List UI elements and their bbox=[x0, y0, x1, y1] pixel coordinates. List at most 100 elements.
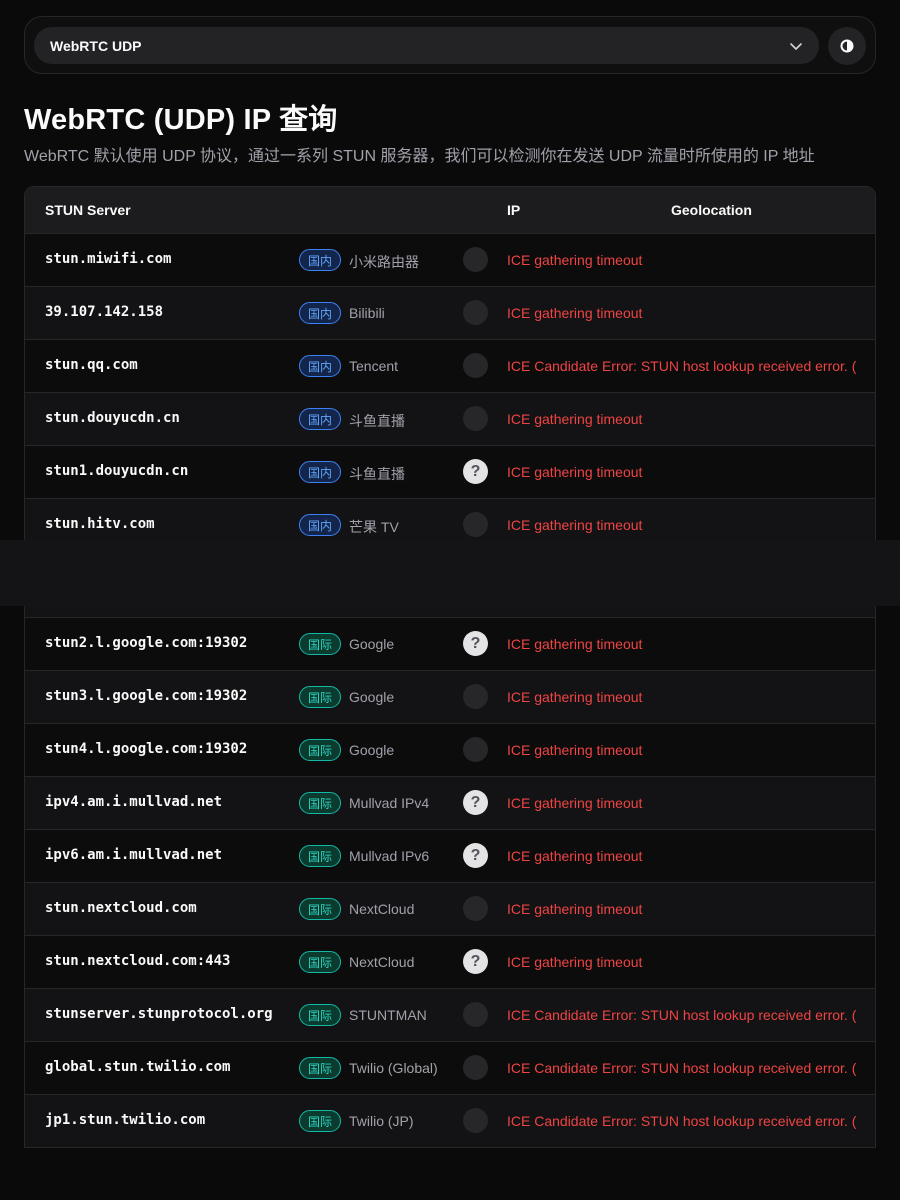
region-badge: 国内 bbox=[299, 514, 341, 536]
question-icon: ? bbox=[463, 790, 488, 815]
provider-name: NextCloud bbox=[349, 954, 415, 970]
stun-server-address: stun.qq.com bbox=[45, 357, 138, 373]
test-type-select[interactable]: WebRTC UDP bbox=[34, 27, 819, 64]
column-header-ip: IP bbox=[507, 202, 521, 218]
status-dot-icon bbox=[463, 1055, 488, 1080]
theme-toggle-button[interactable] bbox=[828, 27, 866, 65]
chevron-down-icon bbox=[790, 42, 802, 50]
stun-results-table: STUN Server IP Geolocation stun.miwifi.c… bbox=[24, 186, 876, 1148]
ip-result: ICE Candidate Error: STUN host lookup re… bbox=[507, 1060, 857, 1076]
provider-name: 芒果 TV bbox=[349, 519, 399, 535]
ip-result: ICE gathering timeout bbox=[507, 252, 643, 268]
provider-name: Bilibili bbox=[349, 305, 385, 321]
provider-name: Twilio (JP) bbox=[349, 1113, 414, 1129]
provider-name: NextCloud bbox=[349, 901, 415, 917]
ip-result: ICE gathering timeout bbox=[507, 464, 643, 480]
region-badge: 国内 bbox=[299, 302, 341, 324]
table-row: stun1.douyucdn.cn 国内 斗鱼直播? ICE gathering ti… bbox=[25, 445, 875, 498]
top-bar: WebRTC UDP bbox=[24, 16, 876, 74]
region-badge: 国际 bbox=[299, 1057, 341, 1079]
ip-result: ICE Candidate Error: STUN host lookup re… bbox=[507, 1007, 857, 1023]
region-badge: 国际 bbox=[299, 739, 341, 761]
stun-server-address: stun.hitv.com bbox=[45, 516, 155, 532]
status-dot-icon bbox=[463, 300, 488, 325]
page-title: WebRTC (UDP) IP 查询 bbox=[24, 104, 338, 136]
table-row: stun.qq.com 国内 Tencent ICE Candidate Error:… bbox=[25, 339, 875, 392]
status-dot-icon bbox=[463, 353, 488, 378]
provider-name: Twilio (Global) bbox=[349, 1060, 438, 1076]
region-badge: 国内 bbox=[299, 355, 341, 377]
table-row: stunserver.stunprotocol.org 国际 STUNTMAN ICE… bbox=[25, 988, 875, 1041]
status-dot-icon bbox=[463, 684, 488, 709]
table-row: stun4.l.google.com:19302 国际 Google ICE gath… bbox=[25, 723, 875, 776]
region-badge: 国际 bbox=[299, 951, 341, 973]
status-dot-icon bbox=[463, 512, 488, 537]
ip-result: ICE gathering timeout bbox=[507, 411, 643, 427]
ip-result: ICE Candidate Error: STUN host lookup re… bbox=[507, 1113, 857, 1129]
stun-server-address: global.stun.twilio.com bbox=[45, 1059, 231, 1075]
status-dot-icon bbox=[463, 896, 488, 921]
region-badge: 国际 bbox=[299, 792, 341, 814]
page-subtitle: WebRTC 默认使用 UDP 协议，通过一系列 STUN 服务器，我们可以检测… bbox=[24, 148, 815, 165]
table-row: stun3.l.google.com:19302 国际 Google ICE gath… bbox=[25, 670, 875, 723]
ip-result: ICE gathering timeout bbox=[507, 795, 643, 811]
stun-server-address: stun1.douyucdn.cn bbox=[45, 463, 189, 479]
ip-result: ICE gathering timeout bbox=[507, 742, 643, 758]
ip-result: ICE gathering timeout bbox=[507, 901, 643, 917]
table-row: stun.douyucdn.cn 国内 斗鱼直播 ICE gathering time… bbox=[25, 392, 875, 445]
table-row: stun.nextcloud.com:443 国际 NextCloud? ICE ga… bbox=[25, 935, 875, 988]
table-header: STUN Server IP Geolocation bbox=[25, 187, 875, 233]
stun-server-address: 39.107.142.158 bbox=[45, 304, 164, 320]
table-body-bottom: stun1.l.google.com:19302国际GoogleICE gath… bbox=[25, 564, 875, 1147]
ip-result: ICE gathering timeout bbox=[507, 517, 643, 533]
column-header-geolocation: Geolocation bbox=[671, 202, 752, 218]
stun-server-address: jp1.stun.twilio.com bbox=[45, 1112, 206, 1128]
stun-server-address: ipv4.am.i.mullvad.net bbox=[45, 794, 223, 810]
stun-server-address: stunserver.stunprotocol.org bbox=[45, 1006, 273, 1022]
ip-result: ICE gathering timeout bbox=[507, 954, 643, 970]
contrast-icon bbox=[840, 39, 854, 53]
status-dot-icon bbox=[463, 247, 488, 272]
region-badge: 国内 bbox=[299, 461, 341, 483]
question-icon: ? bbox=[463, 843, 488, 868]
provider-name: STUNTMAN bbox=[349, 1007, 427, 1023]
status-dot-icon bbox=[463, 406, 488, 431]
stun-server-address: stun2.l.google.com:19302 bbox=[45, 635, 248, 651]
provider-name: 斗鱼直播 bbox=[349, 466, 405, 482]
table-body-top: stun.miwifi.com 国内 小米路由器 ICE gathering time… bbox=[25, 233, 875, 551]
ip-result: ICE gathering timeout bbox=[507, 305, 643, 321]
provider-name: Google bbox=[349, 689, 395, 705]
ip-result: ICE gathering timeout bbox=[507, 689, 643, 705]
column-header-stun-server: STUN Server bbox=[45, 202, 131, 218]
question-icon: ? bbox=[463, 949, 488, 974]
region-badge: 国际 bbox=[299, 845, 341, 867]
provider-name: Mullvad IPv6 bbox=[349, 848, 430, 864]
region-badge: 国际 bbox=[299, 633, 341, 655]
table-row: ipv6.am.i.mullvad.net 国际 Mullvad IPv6? ICE … bbox=[25, 829, 875, 882]
region-badge: 国内 bbox=[299, 249, 341, 271]
ip-result: ICE Candidate Error: STUN host lookup re… bbox=[507, 358, 857, 374]
stun-server-address: stun3.l.google.com:19302 bbox=[45, 688, 248, 704]
stun-server-address: stun4.l.google.com:19302 bbox=[45, 741, 248, 757]
ip-result: ICE gathering timeout bbox=[507, 848, 643, 864]
stun-server-address: stun.nextcloud.com bbox=[45, 900, 197, 916]
stun-server-address: stun.douyucdn.cn bbox=[45, 410, 180, 426]
provider-name: Tencent bbox=[349, 358, 399, 374]
table-row: stun.miwifi.com 国内 小米路由器 ICE gathering time… bbox=[25, 233, 875, 286]
provider-name: Google bbox=[349, 742, 395, 758]
region-badge: 国际 bbox=[299, 686, 341, 708]
region-badge: 国际 bbox=[299, 1004, 341, 1026]
region-badge: 国际 bbox=[299, 1110, 341, 1132]
table-row: stun2.l.google.com:19302 国际 Google? ICE gat… bbox=[25, 617, 875, 670]
table-row: jp1.stun.twilio.com 国际 Twilio (JP) ICE Cand… bbox=[25, 1094, 875, 1147]
stun-server-address: ipv6.am.i.mullvad.net bbox=[45, 847, 223, 863]
status-dot-icon bbox=[463, 1108, 488, 1133]
test-type-select-value: WebRTC UDP bbox=[50, 37, 142, 54]
status-dot-icon bbox=[463, 1002, 488, 1027]
table-row: 39.107.142.158 国内 Bilibili ICE gathering ti… bbox=[25, 286, 875, 339]
table-row: ipv4.am.i.mullvad.net 国际 Mullvad IPv4? ICE … bbox=[25, 776, 875, 829]
table-row: global.stun.twilio.com 国际 Twilio (Global) I… bbox=[25, 1041, 875, 1094]
region-badge: 国际 bbox=[299, 898, 341, 920]
provider-name: 斗鱼直播 bbox=[349, 413, 405, 429]
question-icon: ? bbox=[463, 631, 488, 656]
